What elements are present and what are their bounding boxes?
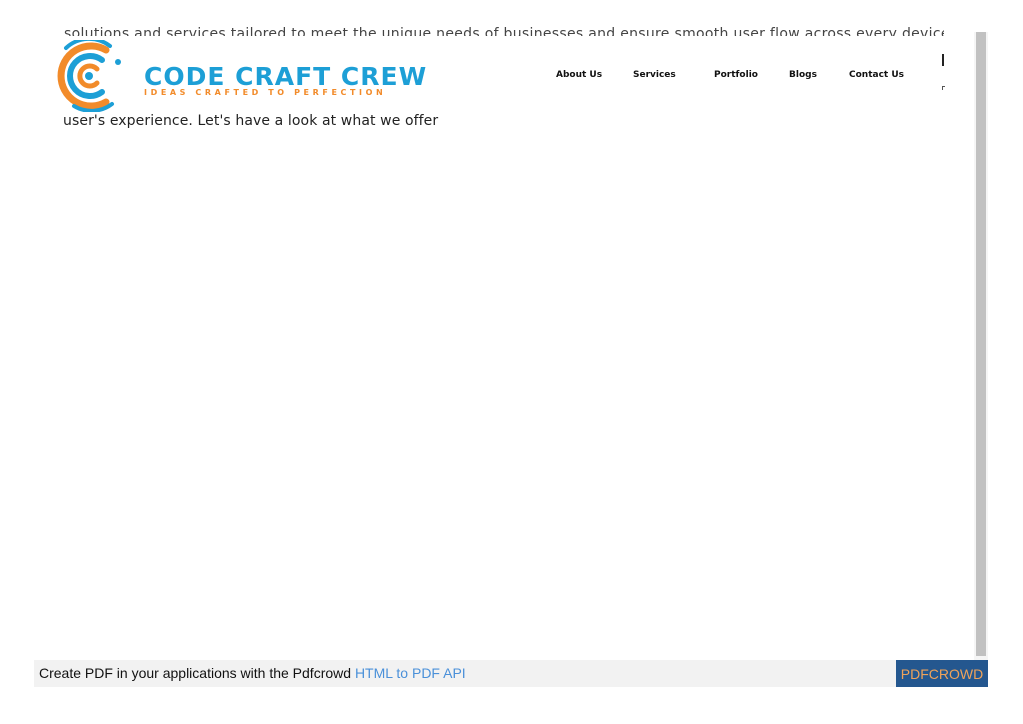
footer-prefix: Create PDF in your applications with the… bbox=[39, 665, 355, 681]
html-to-pdf-api-link[interactable]: HTML to PDF API bbox=[355, 665, 466, 681]
nav-portfolio[interactable]: Portfolio bbox=[714, 70, 758, 80]
clipped-text: solutions and services tailored to meet … bbox=[64, 26, 944, 36]
page: solutions and services tailored to meet … bbox=[0, 0, 1023, 724]
clipped-text-line: solutions and services tailored to meet … bbox=[64, 22, 944, 36]
footer-text: Create PDF in your applications with the… bbox=[39, 665, 466, 681]
nav-blogs[interactable]: Blogs bbox=[789, 70, 817, 80]
services-intro-text: user's experience. Let's have a look at … bbox=[63, 113, 439, 129]
site-header: CODE CRAFT CREW IDEAS CRAFTED TO PERFECT… bbox=[36, 36, 956, 116]
pdfcrowd-badge[interactable]: PDFCROWD bbox=[896, 660, 988, 687]
dropdown-corner-icon bbox=[942, 86, 945, 90]
nav-about-us[interactable]: About Us bbox=[556, 70, 602, 80]
nav-services[interactable]: Services bbox=[633, 70, 676, 80]
scrollbar-thumb[interactable] bbox=[976, 32, 986, 656]
main-nav: About Us Services Portfolio Blogs Contac… bbox=[36, 70, 956, 90]
pdfcrowd-footer: Create PDF in your applications with the… bbox=[34, 660, 988, 687]
nav-contact-us[interactable]: Contact Us bbox=[849, 70, 904, 80]
menu-toggle-icon[interactable] bbox=[942, 54, 944, 66]
